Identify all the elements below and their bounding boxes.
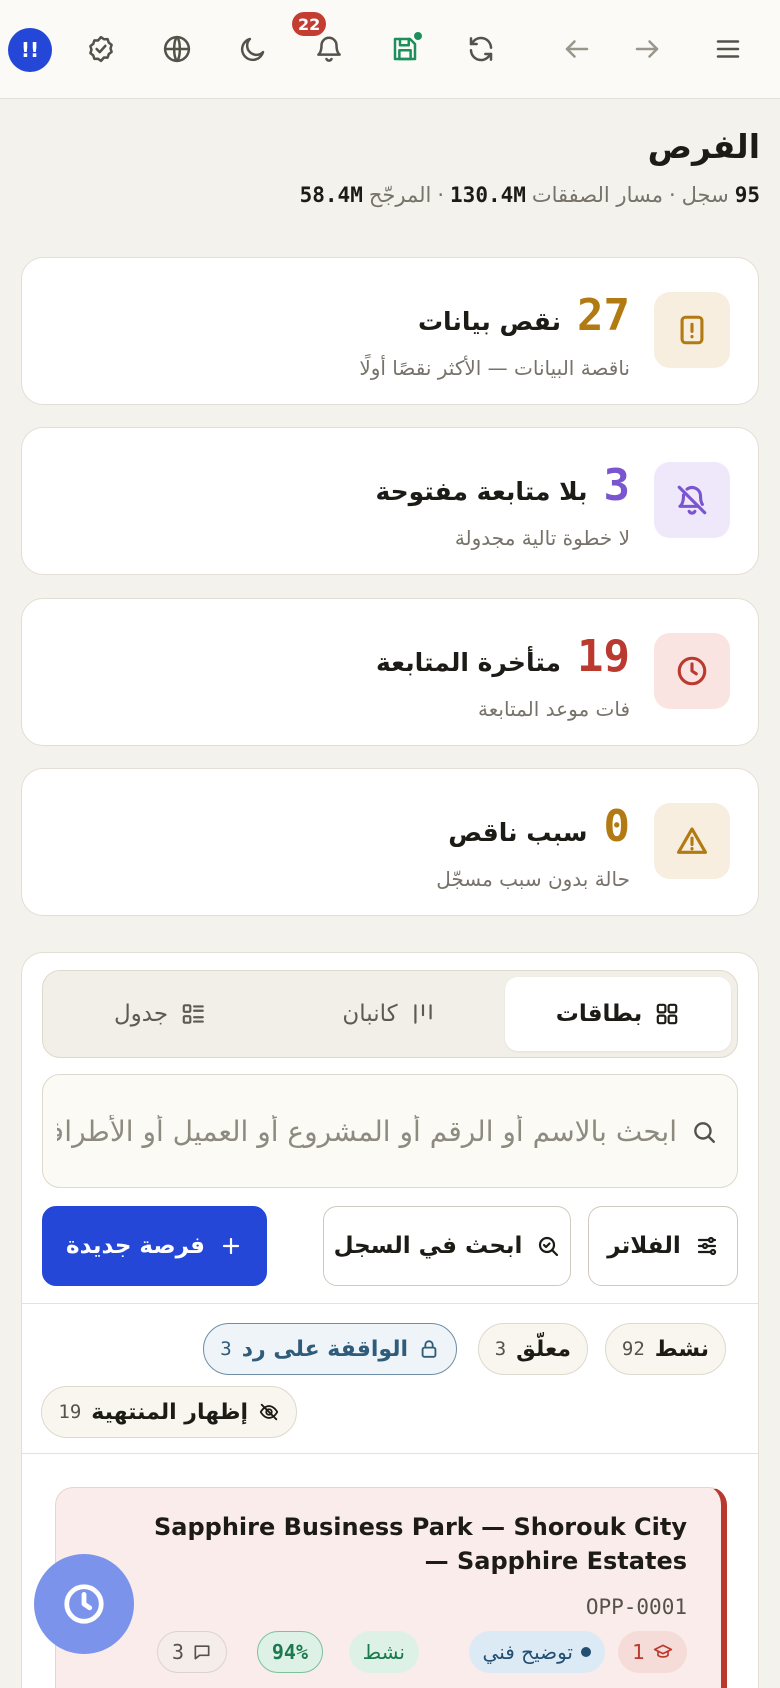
chip-show-closed-count: 19 bbox=[58, 1401, 82, 1423]
filters-label: الفلاتر bbox=[607, 1233, 681, 1259]
opportunity-card[interactable]: Sapphire Business Park — Shorouk City — … bbox=[55, 1487, 727, 1688]
stat-label: سبب ناقص bbox=[448, 818, 588, 847]
moon-icon[interactable] bbox=[229, 25, 277, 73]
stage-dot bbox=[581, 1647, 591, 1657]
chip-pending-label: معلّق bbox=[516, 1336, 571, 1362]
stat-label: متأخرة المتابعة bbox=[375, 648, 562, 677]
chip-active-count: 92 bbox=[621, 1338, 645, 1360]
lock-icon bbox=[421, 1340, 437, 1358]
records-count: 95 bbox=[734, 183, 760, 207]
comment-icon bbox=[194, 1645, 210, 1660]
stat-description: حالة بدون سبب مسجّل bbox=[436, 867, 630, 891]
search-box bbox=[42, 1074, 738, 1188]
status-badge: نشط bbox=[348, 1631, 419, 1673]
divider bbox=[22, 1303, 758, 1304]
back-arrow-icon[interactable] bbox=[553, 25, 601, 73]
weighted-label: المرجّح bbox=[368, 183, 432, 207]
stat-card-missing-data[interactable]: 27 نقص بيانات ناقصة البيانات — الأكثر نق… bbox=[21, 257, 759, 405]
priority-count: 1 bbox=[632, 1640, 645, 1664]
chip-active[interactable]: نشط 92 bbox=[604, 1323, 726, 1375]
view-switcher: بطاقات كانبان جدول bbox=[42, 970, 738, 1058]
separator: · bbox=[437, 183, 445, 207]
verified-icon[interactable] bbox=[77, 25, 125, 73]
plus-icon bbox=[222, 1237, 240, 1255]
sliders-icon bbox=[697, 1236, 716, 1256]
warning-icon bbox=[654, 803, 730, 879]
bell-off-icon bbox=[654, 462, 730, 538]
stat-value: 27 bbox=[577, 290, 630, 341]
comments-badge[interactable]: 3 bbox=[156, 1631, 227, 1673]
search-check-icon bbox=[539, 1236, 559, 1257]
notifications-badge: 22 bbox=[292, 12, 327, 36]
separator: · bbox=[668, 183, 676, 207]
chip-show-closed-label: إظهار المنتهية bbox=[91, 1399, 248, 1425]
tab-table-label: جدول bbox=[113, 1001, 169, 1027]
pipeline-value: 130.4M bbox=[450, 183, 526, 207]
priority-badge: 1 bbox=[618, 1631, 687, 1673]
weighted-value: 58.4M bbox=[299, 183, 363, 207]
page-title: الفرص bbox=[647, 127, 760, 166]
menu-icon[interactable] bbox=[704, 25, 752, 73]
tab-table[interactable]: جدول bbox=[47, 977, 273, 1051]
kanban-icon bbox=[413, 1004, 432, 1024]
opportunity-title: Sapphire Business Park — Shorouk City — … bbox=[154, 1513, 687, 1575]
status-label: نشط bbox=[362, 1640, 405, 1664]
chip-show-closed[interactable]: إظهار المنتهية 19 bbox=[41, 1386, 297, 1438]
search-input[interactable] bbox=[57, 1075, 677, 1187]
search-icon bbox=[694, 1122, 715, 1143]
grid-icon bbox=[656, 1003, 678, 1025]
tab-kanban-label: كانبان bbox=[342, 1001, 398, 1027]
alert-file-icon bbox=[654, 292, 730, 368]
stat-card-missing-reason[interactable]: 0 سبب ناقص حالة بدون سبب مسجّل bbox=[21, 768, 759, 916]
opportunities-panel: بطاقات كانبان جدول الفلاتر ابحث في السجل… bbox=[21, 952, 759, 1688]
divider bbox=[22, 1453, 758, 1454]
chip-active-label: نشط bbox=[654, 1336, 709, 1362]
eye-off-icon bbox=[259, 1403, 279, 1421]
stat-label: بلا متابعة مفتوحة bbox=[375, 477, 588, 506]
stat-label: نقص بيانات bbox=[417, 307, 562, 336]
chip-pending[interactable]: معلّق 3 bbox=[477, 1323, 588, 1375]
stat-card-no-followup[interactable]: 3 بلا متابعة مفتوحة لا خطوة تالية مجدولة bbox=[21, 427, 759, 575]
stat-description: ناقصة البيانات — الأكثر نقصًا أولًا bbox=[359, 356, 630, 380]
stat-description: فات موعد المتابعة bbox=[478, 697, 630, 721]
stat-value: 0 bbox=[603, 801, 631, 852]
chip-awaiting-reply[interactable]: الواقفة على رد 3 bbox=[203, 1323, 457, 1375]
top-bar: !! 22 bbox=[0, 0, 780, 99]
graduation-cap-icon bbox=[653, 1644, 673, 1658]
globe-icon[interactable] bbox=[153, 25, 201, 73]
stat-value: 3 bbox=[603, 460, 631, 511]
search-log-button[interactable]: ابحث في السجل bbox=[323, 1206, 571, 1286]
stat-value: 19 bbox=[577, 631, 630, 682]
chip-awaiting-count: 3 bbox=[220, 1338, 232, 1360]
tab-cards-label: بطاقات bbox=[555, 1001, 643, 1027]
chip-pending-count: 3 bbox=[494, 1338, 507, 1360]
score-value: 94% bbox=[271, 1640, 308, 1664]
tab-kanban[interactable]: كانبان bbox=[276, 977, 502, 1051]
new-opportunity-button[interactable]: فرصة جديدة bbox=[42, 1206, 267, 1286]
score-badge: 94% bbox=[256, 1631, 323, 1673]
tab-cards[interactable]: بطاقات bbox=[505, 977, 731, 1051]
search-log-label: ابحث في السجل bbox=[333, 1233, 523, 1259]
chip-awaiting-label: الواقفة على رد bbox=[241, 1336, 408, 1362]
stage-label: توضيح فني bbox=[482, 1640, 573, 1664]
stat-description: لا خطوة تالية مجدولة bbox=[454, 526, 630, 550]
comments-count: 3 bbox=[171, 1640, 184, 1664]
records-label: سجل bbox=[681, 183, 729, 207]
page-summary: 95 سجل · مسار الصفقات 130.4M · المرجّح 5… bbox=[300, 183, 760, 207]
clock-icon bbox=[654, 633, 730, 709]
pipeline-label: مسار الصفقات bbox=[531, 183, 663, 207]
new-opportunity-label: فرصة جديدة bbox=[66, 1233, 205, 1259]
sync-status-dot bbox=[412, 30, 424, 42]
opportunity-code: OPP-0001 bbox=[585, 1595, 687, 1619]
stat-card-overdue-followup[interactable]: 19 متأخرة المتابعة فات موعد المتابعة bbox=[21, 598, 759, 746]
history-fab[interactable] bbox=[34, 1554, 134, 1654]
refresh-icon[interactable] bbox=[457, 25, 505, 73]
stage-badge: توضيح فني bbox=[468, 1631, 605, 1673]
forward-arrow-icon[interactable] bbox=[623, 25, 671, 73]
user-avatar[interactable]: !! bbox=[8, 28, 52, 72]
filters-button[interactable]: الفلاتر bbox=[588, 1206, 738, 1286]
clock-icon bbox=[64, 1584, 104, 1624]
list-icon bbox=[182, 1004, 204, 1024]
